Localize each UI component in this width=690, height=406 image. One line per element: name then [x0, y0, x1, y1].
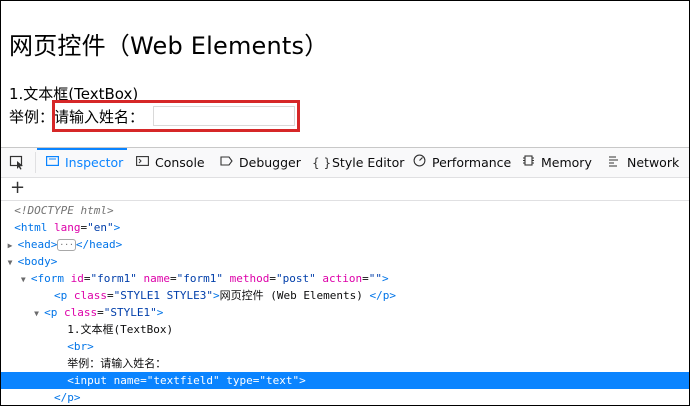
attr-value: "form1"	[176, 272, 223, 285]
attr-value: "post"	[275, 272, 316, 285]
tab-label: Inspector	[65, 155, 124, 170]
attr-name: lang	[54, 221, 81, 234]
markup-view: <!DOCTYPE html> <html lang="en"> ▶ <head>…	[1, 202, 689, 405]
element-picker-icon[interactable]	[9, 154, 25, 170]
markup-row-br[interactable]: <br>	[1, 338, 689, 355]
network-icon	[607, 149, 621, 178]
html-tag: <html	[14, 221, 48, 234]
markup-row-doctype[interactable]: <!DOCTYPE html>	[1, 202, 689, 219]
attr-name: class	[64, 306, 98, 319]
p-tag: <p	[53, 289, 68, 302]
example-prefix: 举例：	[9, 108, 55, 126]
collapse-arrow-icon[interactable]: ▼	[8, 254, 18, 271]
tab-style-editor[interactable]: { }Style Editor	[312, 148, 404, 177]
highlight-box	[52, 100, 300, 132]
console-icon	[135, 149, 149, 178]
attr-name: method	[229, 272, 270, 285]
attr-name: name	[143, 272, 170, 285]
add-node-icon[interactable]: +	[10, 177, 25, 199]
attr-value: "STYLE1"	[103, 306, 157, 319]
collapse-arrow-icon[interactable]: ▼	[34, 305, 44, 322]
doctype-text: <!DOCTYPE html>	[14, 204, 114, 217]
node-text: 1.文本框(TextBox)	[67, 323, 174, 336]
attr-name: action	[322, 272, 363, 285]
p-close-tag: </p>	[369, 289, 397, 302]
p-tag: <p	[44, 306, 58, 319]
attr-name: id	[70, 272, 84, 285]
devtools-panel: Inspector Console Debugger { }Style Edit…	[1, 147, 689, 405]
br-tag: <br>	[67, 340, 94, 353]
expand-arrow-icon[interactable]: ▶	[8, 237, 18, 254]
tab-label: Memory	[541, 155, 592, 170]
markup-row-input-selected[interactable]: <input name="textfield" type="text">	[1, 372, 689, 389]
input-tag: <input	[67, 374, 107, 387]
attr-value: "textfield"	[146, 374, 220, 387]
memory-icon	[521, 149, 535, 178]
attr-value: "STYLE1 STYLE3"	[113, 289, 213, 302]
tab-label: Style Editor	[332, 155, 405, 170]
page-title: 网页控件（Web Elements）	[9, 32, 329, 60]
markup-row-p2-close[interactable]: </p>	[1, 389, 689, 405]
attr-name: type	[226, 374, 253, 387]
collapsed-ellipsis-icon[interactable]: ···	[57, 239, 76, 251]
tab-label: Console	[155, 155, 205, 170]
attr-value: "form1"	[90, 272, 137, 285]
tab-network[interactable]: Network	[607, 148, 679, 177]
markup-row-form[interactable]: ▼ <form id="form1" name="form1" method="p…	[1, 270, 689, 287]
tab-memory[interactable]: Memory	[521, 148, 592, 177]
tab-label: Debugger	[239, 155, 301, 170]
inspector-icon	[45, 149, 59, 178]
markup-row-text1[interactable]: 1.文本框(TextBox)	[1, 321, 689, 338]
markup-row-p1[interactable]: <p class="STYLE1 STYLE3">网页控件 (Web Eleme…	[1, 287, 689, 304]
form-tag: <form	[30, 272, 64, 285]
devtools-tabbar: Inspector Console Debugger { }Style Edit…	[1, 148, 689, 178]
inspector-toolbar: +	[1, 177, 689, 201]
attr-name: name	[113, 374, 141, 387]
tab-console[interactable]: Console	[135, 148, 205, 177]
head-close-tag: </head>	[75, 238, 123, 251]
markup-row-p2[interactable]: ▼ <p class="STYLE1">	[1, 304, 689, 321]
head-tag: <head>	[17, 238, 58, 251]
node-text: 举例：请输入姓名：	[67, 357, 167, 370]
markup-row-body[interactable]: ▼ <body>	[1, 253, 689, 270]
p-close-tag: </p>	[53, 391, 81, 404]
tab-label: Performance	[432, 155, 512, 170]
browser-window: 网页控件（Web Elements） 1.文本框(TextBox) 举例：请输入…	[0, 0, 690, 406]
markup-row-text2[interactable]: 举例：请输入姓名：	[1, 355, 689, 372]
tab-debugger[interactable]: Debugger	[219, 148, 301, 177]
tab-performance[interactable]: Performance	[412, 148, 511, 177]
attr-value: "en"	[87, 221, 114, 234]
style-editor-icon: { }	[312, 156, 332, 170]
tab-label: Network	[627, 155, 680, 170]
performance-icon	[412, 149, 426, 178]
attr-value: "text"	[259, 374, 300, 387]
debugger-icon	[219, 149, 233, 178]
attr-name: class	[73, 289, 107, 302]
collapse-arrow-icon[interactable]: ▼	[21, 271, 31, 288]
markup-row-html[interactable]: <html lang="en">	[1, 219, 689, 236]
attr-value: ""	[368, 272, 382, 285]
markup-row-head[interactable]: ▶ <head> ··· </head>	[1, 236, 689, 253]
tabbar-separator	[35, 152, 36, 173]
node-text: 网页控件 (Web Elements)	[219, 289, 370, 302]
page-viewport: 网页控件（Web Elements） 1.文本框(TextBox) 举例：请输入…	[1, 1, 689, 147]
body-tag: <body>	[17, 255, 58, 268]
tab-inspector[interactable]: Inspector	[36, 148, 128, 178]
